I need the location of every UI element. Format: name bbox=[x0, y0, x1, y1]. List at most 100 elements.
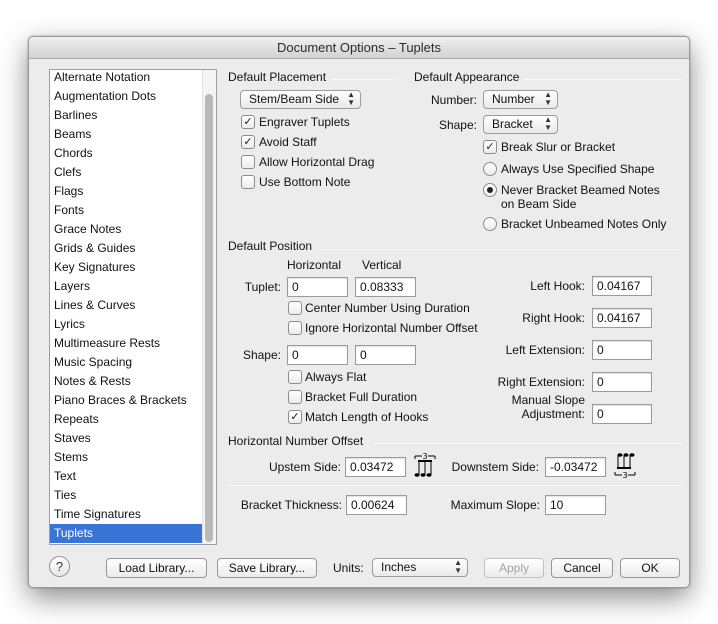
allow-horizontal-drag-label: Allow Horizontal Drag bbox=[259, 155, 375, 169]
units-label: Units: bbox=[333, 561, 364, 575]
divider bbox=[375, 443, 681, 444]
tuplet-vertical-field[interactable]: 0.08333 bbox=[355, 277, 416, 297]
avoid-staff-label: Avoid Staff bbox=[259, 135, 317, 149]
load-library-button[interactable]: Load Library... bbox=[106, 558, 207, 578]
always-specified-shape-radio[interactable] bbox=[483, 162, 497, 176]
number-popup-value: Number bbox=[492, 92, 535, 106]
tuplet-horizontal-field[interactable]: 0 bbox=[287, 277, 348, 297]
sidebar-item-text[interactable]: Text bbox=[50, 467, 202, 486]
always-flat-label: Always Flat bbox=[305, 370, 367, 384]
default-placement-header: Default Placement bbox=[228, 70, 327, 84]
break-slur-checkbox[interactable]: ✓ bbox=[483, 140, 497, 154]
sidebar-item-augmentation-dots[interactable]: Augmentation Dots bbox=[50, 87, 202, 106]
sidebar-item-staves[interactable]: Staves bbox=[50, 429, 202, 448]
downstem-side-field[interactable]: -0.03472 bbox=[545, 457, 606, 477]
right-hook-field[interactable]: 0.04167 bbox=[592, 308, 652, 328]
horizontal-number-offset-header: Horizontal Number Offset bbox=[228, 434, 364, 448]
shape-popup[interactable]: Bracket ▲ ▼ bbox=[483, 115, 558, 134]
sidebar-item-key-signatures[interactable]: Key Signatures bbox=[50, 258, 202, 277]
shape-horizontal-field[interactable]: 0 bbox=[287, 345, 348, 365]
never-bracket-beamed-radio[interactable] bbox=[483, 183, 497, 197]
sidebar-item-clefs[interactable]: Clefs bbox=[50, 163, 202, 182]
center-number-checkbox[interactable] bbox=[288, 301, 302, 315]
maximum-slope-field[interactable]: 10 bbox=[545, 495, 606, 515]
shape-vertical-field[interactable]: 0 bbox=[355, 345, 416, 365]
manual-slope-field[interactable]: 0 bbox=[592, 404, 652, 424]
sidebar-item-piano-braces-brackets[interactable]: Piano Braces & Brackets bbox=[50, 391, 202, 410]
left-extension-field[interactable]: 0 bbox=[592, 340, 652, 360]
use-bottom-note-checkbox[interactable] bbox=[241, 175, 255, 189]
placement-popup-value: Stem/Beam Side bbox=[249, 92, 340, 106]
bracket-full-duration-checkbox[interactable] bbox=[288, 390, 302, 404]
upstem-side-field[interactable]: 0.03472 bbox=[345, 457, 406, 477]
avoid-staff-checkbox[interactable]: ✓ bbox=[241, 135, 255, 149]
bracket-unbeamed-radio[interactable] bbox=[483, 217, 497, 231]
sidebar-item-tuplets[interactable]: Tuplets bbox=[50, 524, 202, 543]
divider bbox=[319, 249, 681, 250]
right-extension-field[interactable]: 0 bbox=[592, 372, 652, 392]
sidebar-item-beams[interactable]: Beams bbox=[50, 125, 202, 144]
updown-arrows-icon: ▲ ▼ bbox=[544, 90, 552, 107]
bracket-unbeamed-label: Bracket Unbeamed Notes Only bbox=[501, 217, 667, 231]
default-position-header: Default Position bbox=[228, 239, 313, 253]
right-extension-label: Right Extension: bbox=[497, 375, 585, 389]
save-library-button[interactable]: Save Library... bbox=[217, 558, 317, 578]
use-bottom-note-label: Use Bottom Note bbox=[259, 175, 351, 189]
maximum-slope-label: Maximum Slope: bbox=[450, 498, 540, 512]
sidebar-item-multimeasure-rests[interactable]: Multimeasure Rests bbox=[50, 334, 202, 353]
units-popup-value: Inches bbox=[381, 560, 417, 574]
bracket-thickness-field[interactable]: 0.00624 bbox=[346, 495, 407, 515]
shape-popup-value: Bracket bbox=[492, 117, 533, 131]
default-appearance-header: Default Appearance bbox=[414, 70, 520, 84]
vertical-column-label: Vertical bbox=[362, 258, 402, 272]
sidebar-item-notes-rests[interactable]: Notes & Rests bbox=[50, 372, 202, 391]
ok-button[interactable]: OK bbox=[620, 558, 680, 578]
sidebar-item-repeats[interactable]: Repeats bbox=[50, 410, 202, 429]
units-popup[interactable]: Inches ▲ ▼ bbox=[372, 558, 468, 577]
apply-button[interactable]: Apply bbox=[484, 558, 544, 578]
downstem-tuplet-icon: 3 bbox=[613, 451, 637, 480]
ignore-offset-checkbox[interactable] bbox=[288, 321, 302, 335]
list-scroll-thumb[interactable] bbox=[205, 94, 213, 542]
sidebar-item-time-signatures[interactable]: Time Signatures bbox=[50, 505, 202, 524]
never-bracket-beamed-label-1: Never Bracket Beamed Notes bbox=[501, 183, 660, 197]
sidebar-item-chords[interactable]: Chords bbox=[50, 144, 202, 163]
downstem-icon-digit: 3 bbox=[622, 471, 627, 479]
always-specified-shape-label: Always Use Specified Shape bbox=[501, 162, 655, 176]
engraver-tuplets-checkbox[interactable]: ✓ bbox=[241, 115, 255, 129]
category-list[interactable]: Tuplets Time Signatures Ties Text Stems Stave… bbox=[49, 69, 217, 545]
left-hook-label: Left Hook: bbox=[530, 279, 585, 293]
placement-popup[interactable]: Stem/Beam Side ▲ ▼ bbox=[240, 90, 361, 109]
cancel-button[interactable]: Cancel bbox=[551, 558, 613, 578]
sidebar-item-stems[interactable]: Stems bbox=[50, 448, 202, 467]
number-popup[interactable]: Number ▲ ▼ bbox=[483, 90, 558, 109]
sidebar-item-barlines[interactable]: Barlines bbox=[50, 106, 202, 125]
list-scrollbar[interactable] bbox=[202, 70, 216, 544]
upstem-icon-digit: 3 bbox=[422, 452, 427, 461]
sidebar-item-grace-notes[interactable]: Grace Notes bbox=[50, 220, 202, 239]
number-label: Number: bbox=[430, 93, 477, 107]
downstem-side-label: Downstem Side: bbox=[451, 460, 539, 474]
shape-label: Shape: bbox=[438, 118, 477, 132]
sidebar-item-lyrics[interactable]: Lyrics bbox=[50, 315, 202, 334]
document-options-window: Document Options – Tuplets Tuplets Time S… bbox=[28, 36, 690, 588]
always-flat-checkbox[interactable] bbox=[288, 370, 302, 384]
left-hook-field[interactable]: 0.04167 bbox=[592, 276, 652, 296]
sidebar-item-fonts[interactable]: Fonts bbox=[50, 201, 202, 220]
match-hooks-checkbox[interactable]: ✓ bbox=[288, 410, 302, 424]
divider bbox=[228, 485, 681, 486]
sidebar-item-lines-curves[interactable]: Lines & Curves bbox=[50, 296, 202, 315]
sidebar-item-alternate-notation[interactable]: Alternate Notation bbox=[50, 70, 202, 87]
left-extension-label: Left Extension: bbox=[505, 343, 585, 357]
sidebar-item-music-spacing[interactable]: Music Spacing bbox=[50, 353, 202, 372]
sidebar-item-ties[interactable]: Ties bbox=[50, 486, 202, 505]
updown-arrows-icon: ▲ ▼ bbox=[347, 90, 355, 107]
divider bbox=[331, 79, 394, 80]
help-button[interactable]: ? bbox=[49, 556, 70, 577]
manual-slope-label-2: Adjustment: bbox=[521, 407, 585, 421]
sidebar-item-grids-guides[interactable]: Grids & Guides bbox=[50, 239, 202, 258]
sidebar-item-flags[interactable]: Flags bbox=[50, 182, 202, 201]
sidebar-item-layers[interactable]: Layers bbox=[50, 277, 202, 296]
allow-horizontal-drag-checkbox[interactable] bbox=[241, 155, 255, 169]
shape-position-label: Shape: bbox=[242, 348, 281, 362]
